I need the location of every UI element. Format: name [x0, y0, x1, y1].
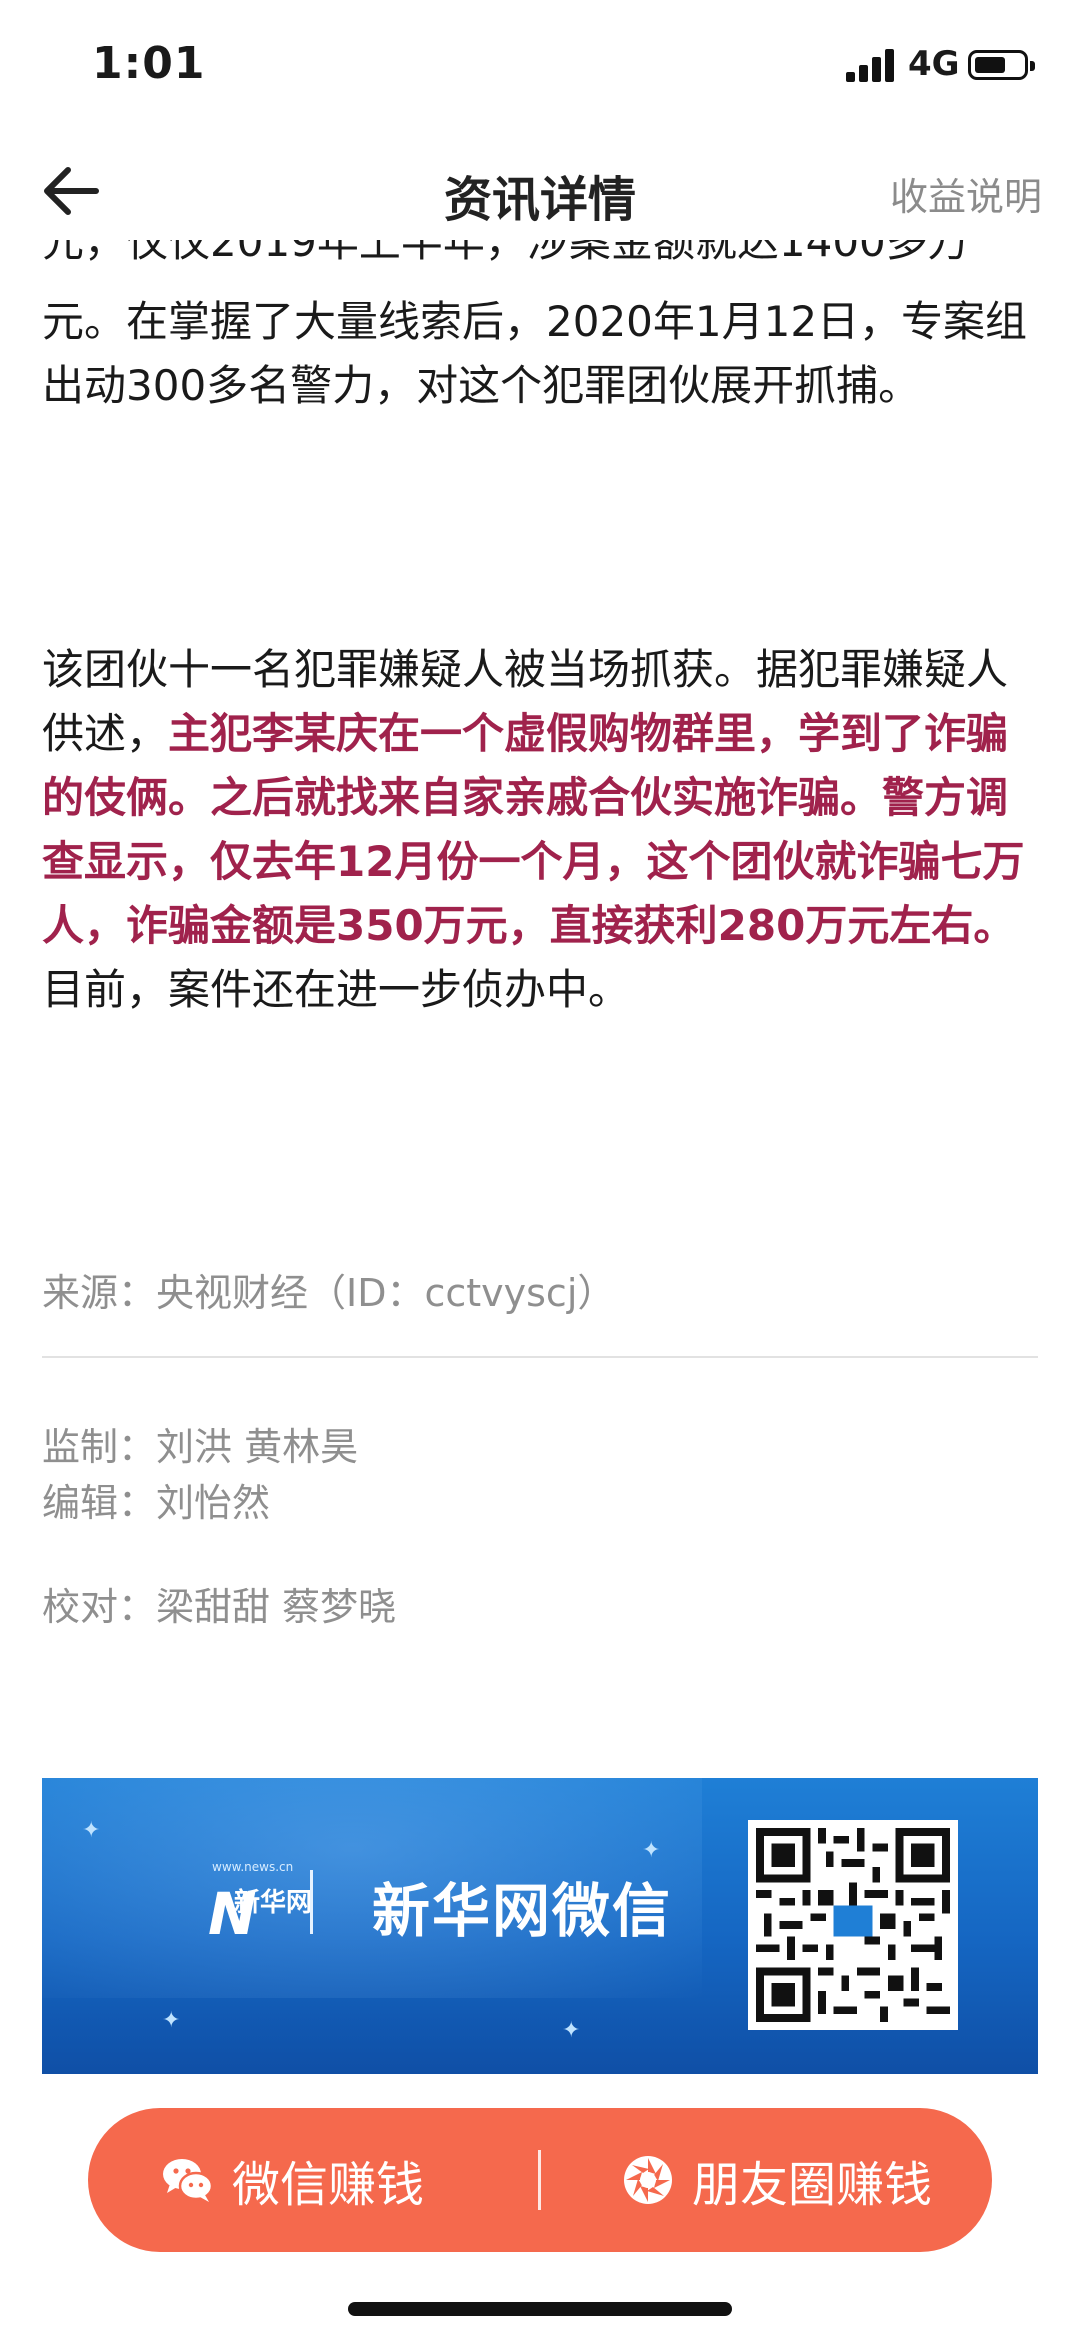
signal-icon: [846, 48, 896, 82]
scrolled-text-fragment: 元，仅仅2019年上半年，涉案金额就达1400多万: [0, 240, 1080, 280]
wechat-earn-button[interactable]: 微信赚钱: [158, 2108, 424, 2252]
status-bar: 1:01 4G: [0, 0, 1080, 130]
paragraph-text-end: 目前，案件还在进一步侦办中。: [42, 965, 631, 1014]
divider: [42, 1356, 1038, 1358]
earnings-info-link[interactable]: 收益说明: [890, 166, 1042, 221]
moments-earn-label: 朋友圈赚钱: [692, 2157, 933, 2213]
xinhua-logo: www.news.cn N 新华网: [208, 1860, 318, 1950]
wechat-icon: [163, 2159, 214, 2202]
moments-earn-button[interactable]: 朋友圈赚钱: [618, 2108, 932, 2252]
moments-icon: [624, 2156, 672, 2204]
action-separator: [538, 2150, 541, 2210]
home-indicator[interactable]: [348, 2302, 732, 2316]
source-line: 来源：央视财经（ID：cctvyscj）: [42, 1271, 616, 1315]
logo-text: 新华网: [234, 1888, 313, 1918]
proofread-line: 校对：梁甜甜 蔡梦晓: [42, 1585, 397, 1629]
wechat-earn-label: 微信赚钱: [232, 2157, 425, 2213]
supervisor-line: 监制：刘洪 黄林昊: [42, 1425, 359, 1469]
logo-small-text: www.news.cn: [212, 1860, 294, 1874]
xinhua-wechat-banner[interactable]: ✦ ✦ ✦ ✦ www.news.cn N 新华网 新华网微信: [42, 1778, 1038, 2074]
highlighted-text: 主犯李某庆在一个虚假购物群里，学到了诈骗的伎俩。之后就找来自家亲戚合伙实施诈骗。…: [42, 709, 1025, 950]
article-paragraph-2: 该团伙十一名犯罪嫌疑人被当场抓获。据犯罪嫌疑人供述，主犯李某庆在一个虚假购物群里…: [42, 638, 1032, 1022]
qr-code-icon: [748, 1820, 958, 2030]
banner-title: 新华网微信: [372, 1877, 673, 1945]
banner-separator: [310, 1870, 313, 1934]
article-paragraph-1: 元。在掌握了大量线索后，2020年1月12日，专案组出动300多名警力，对这个犯…: [42, 297, 1028, 410]
earn-action-bar: 微信赚钱 朋友圈赚钱: [88, 2108, 992, 2252]
partial-line: 元，仅仅2019年上半年，涉案金额就达1400多万: [42, 240, 970, 266]
nav-bar: 资讯详情 收益说明: [0, 140, 1080, 240]
editor-line: 编辑：刘怡然: [42, 1481, 271, 1525]
status-time: 1:01: [92, 38, 206, 89]
network-type: 4G: [908, 44, 960, 84]
battery-icon: [968, 50, 1035, 80]
